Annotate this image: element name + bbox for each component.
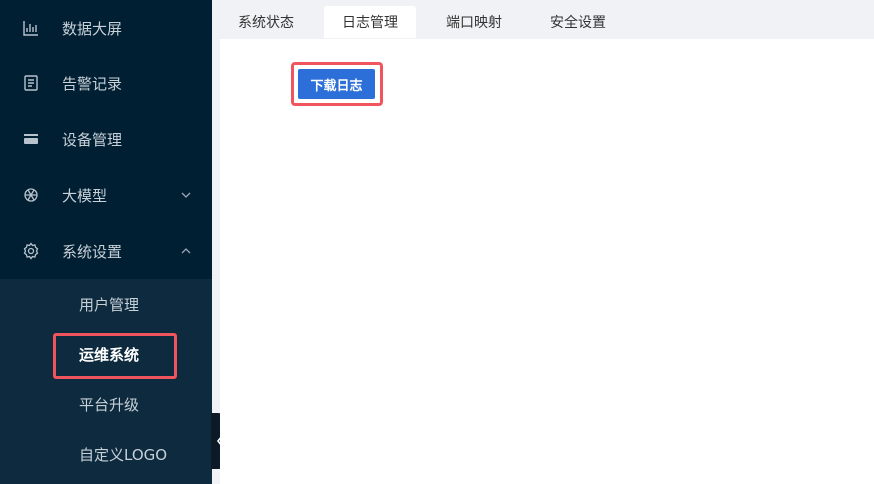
tab-label: 安全设置 [550,15,606,31]
sidebar-item-label: 告警记录 [62,74,123,93]
document-list-icon [0,74,62,92]
submenu-item-label: 运维系统 [79,345,140,364]
sidebar: 数据大屏 告警记录 设备管理 大模型 系统设置 用户管理 运维系统 平台升级 自… [0,0,212,484]
sidebar-item-dashboard[interactable]: 数据大屏 [0,0,212,56]
submenu-item-user-management[interactable]: 用户管理 [0,279,212,329]
tab-bar: 系统状态 日志管理 端口映射 安全设置 [220,0,874,40]
system-settings-submenu: 用户管理 运维系统 平台升级 自定义LOGO [0,279,212,484]
gear-icon [0,242,62,260]
tab-log-management[interactable]: 日志管理 [324,6,416,38]
bar-chart-icon [0,19,62,37]
sidebar-item-system-settings[interactable]: 系统设置 [0,223,212,279]
submenu-item-operations-system[interactable]: 运维系统 [0,329,212,379]
tab-security-settings[interactable]: 安全设置 [532,6,624,38]
submenu-item-platform-upgrade[interactable]: 平台升级 [0,379,212,429]
chevron-up-icon [181,248,191,254]
sidebar-item-label: 大模型 [62,186,108,205]
submenu-item-label: 自定义LOGO [79,445,168,464]
tab-label: 系统状态 [238,15,294,31]
tab-system-status[interactable]: 系统状态 [220,6,312,38]
tab-port-mapping[interactable]: 端口映射 [428,6,520,38]
submenu-item-label: 平台升级 [79,395,140,414]
model-knot-icon [0,186,62,204]
chevron-down-icon [181,192,191,198]
sidebar-item-alarm-log[interactable]: 告警记录 [0,55,212,111]
sidebar-item-label: 系统设置 [62,242,123,261]
sidebar-item-device-management[interactable]: 设备管理 [0,111,212,167]
sidebar-item-large-model[interactable]: 大模型 [0,167,212,223]
download-log-button[interactable]: 下载日志 [298,69,375,99]
tab-label: 端口映射 [446,15,502,31]
sidebar-item-label: 数据大屏 [62,19,123,38]
sidebar-item-label: 设备管理 [62,130,123,149]
submenu-item-custom-logo[interactable]: 自定义LOGO [0,429,212,479]
device-stack-icon [0,130,62,148]
submenu-item-label: 用户管理 [79,295,140,314]
tab-label: 日志管理 [342,15,398,31]
